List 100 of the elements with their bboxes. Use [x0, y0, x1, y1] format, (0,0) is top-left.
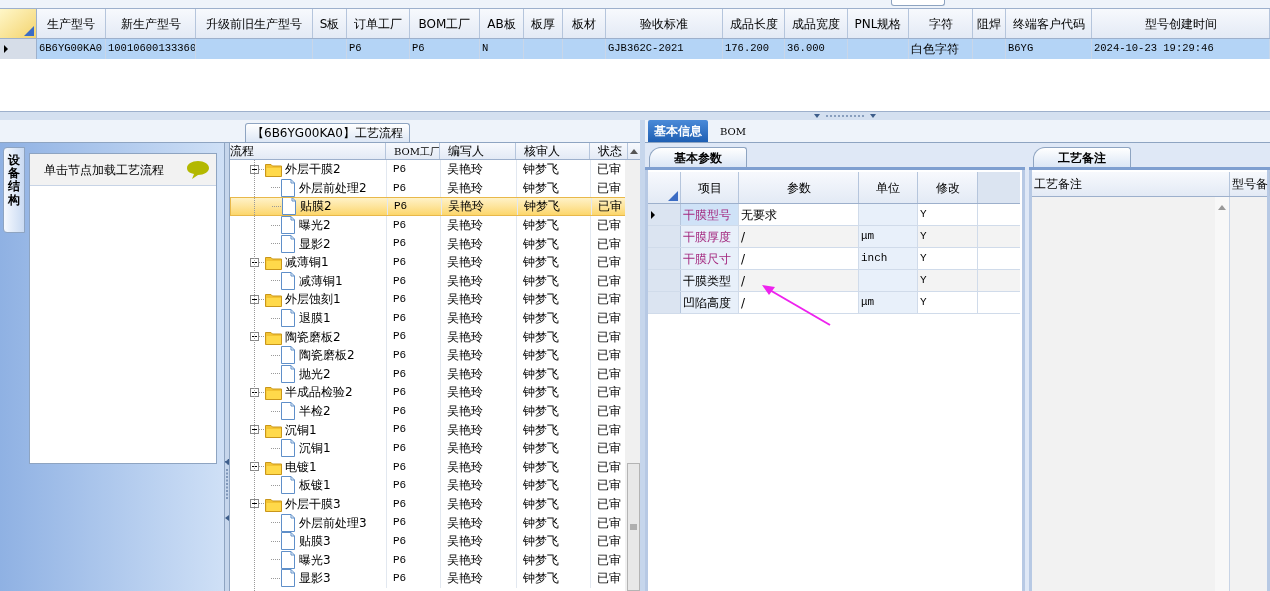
- column-header[interactable]: 订单工厂: [347, 9, 410, 38]
- collapse-icon[interactable]: [250, 499, 265, 509]
- column-header[interactable]: 阻焊: [973, 9, 1006, 38]
- table-cell-text: 已审: [597, 291, 621, 309]
- column-header[interactable]: 单位: [859, 172, 918, 203]
- column-header[interactable]: 板材: [563, 9, 606, 38]
- column-header[interactable]: 型号创建时间: [1092, 9, 1270, 38]
- panel-tab[interactable]: 工艺备注: [1033, 147, 1131, 167]
- tree-line: [271, 280, 281, 282]
- column-header[interactable]: BOM工厂: [410, 9, 480, 38]
- table-cell-text: 吴艳玲: [447, 272, 483, 290]
- collapse-icon[interactable]: [250, 462, 265, 472]
- column-header[interactable]: 工艺备注: [1032, 172, 1230, 196]
- table-cell: P6: [412, 41, 425, 57]
- column-header[interactable]: 流程: [230, 143, 386, 159]
- tab[interactable]: BOM: [714, 120, 752, 142]
- table-cell: 干膜尺寸: [681, 248, 739, 269]
- table-cell-text: 吴艳玲: [447, 551, 483, 569]
- tree-node[interactable]: 减薄铜1: [285, 253, 329, 272]
- tree-node[interactable]: 曝光2: [299, 216, 331, 235]
- table-cell-text: 吴艳玲: [447, 421, 483, 439]
- tree-line: [271, 484, 281, 486]
- tree-node[interactable]: 半成品检验2: [285, 383, 353, 402]
- collapse-handle-icon[interactable]: [814, 113, 876, 119]
- tree-node[interactable]: 抛光2: [299, 364, 331, 383]
- table-cell-text: 吴艳玲: [447, 384, 483, 402]
- table-cell-text: P6: [393, 310, 407, 326]
- table-cell-text: 钟梦飞: [523, 179, 559, 197]
- collapse-icon[interactable]: [250, 425, 265, 435]
- table-cell-text: 吴艳玲: [447, 328, 483, 346]
- tree-node[interactable]: 贴膜3: [299, 532, 331, 551]
- panel-tab[interactable]: 基本参数: [649, 147, 747, 167]
- tree-node[interactable]: 陶瓷磨板2: [285, 327, 341, 346]
- scroll-thumb[interactable]: [627, 463, 640, 591]
- document-icon: [281, 402, 295, 420]
- splitter-handle[interactable]: [891, 0, 945, 6]
- collapse-icon[interactable]: [250, 257, 265, 267]
- row-header[interactable]: [648, 204, 681, 225]
- column-header[interactable]: 验收标准: [606, 9, 723, 38]
- tree-node[interactable]: 沉铜1: [299, 439, 331, 458]
- table-cell-text: 钟梦飞: [523, 440, 559, 458]
- column-header[interactable]: 字符: [909, 9, 973, 38]
- table-cell-text: P6: [393, 329, 407, 345]
- column-header[interactable]: 参数: [739, 172, 859, 203]
- column-header[interactable]: BOM工厂: [386, 143, 440, 159]
- tree-line: [271, 577, 281, 579]
- table-cell-text: P6: [393, 385, 407, 401]
- collapse-icon[interactable]: [250, 164, 265, 174]
- row-pointer-icon: [4, 45, 8, 53]
- tree-node[interactable]: 沉铜1: [285, 420, 317, 439]
- tree-node[interactable]: 陶瓷磨板2: [299, 346, 355, 365]
- table-cell-text: 已审: [597, 365, 621, 383]
- tree-node[interactable]: 外层干膜2: [285, 160, 341, 179]
- collapse-icon[interactable]: [250, 387, 265, 397]
- table-cell-text: 钟梦飞: [523, 310, 559, 328]
- column-header[interactable]: 状态: [590, 143, 628, 159]
- tree-node[interactable]: 电镀1: [285, 457, 317, 476]
- table-cell-text: 已审: [597, 347, 621, 365]
- table-cell: 钟梦飞: [524, 198, 560, 215]
- tree-node[interactable]: 退膜1: [299, 309, 331, 328]
- collapse-icon[interactable]: [250, 294, 265, 304]
- table-cell-text: 钟梦飞: [523, 254, 559, 272]
- tree-node[interactable]: 显影3: [299, 569, 331, 588]
- column-header[interactable]: S板: [313, 9, 347, 38]
- tree-node[interactable]: 外层蚀刻1: [285, 290, 341, 309]
- table-cell-text: P6: [393, 273, 407, 289]
- tree-node[interactable]: 显影2: [299, 234, 331, 253]
- tab[interactable]: 基本信息: [648, 120, 708, 142]
- column-header[interactable]: AB板: [480, 9, 524, 38]
- table-cell-text: 钟梦飞: [523, 217, 559, 235]
- column-header[interactable]: 成品长度: [723, 9, 785, 38]
- tree-node[interactable]: 贴膜2: [300, 198, 332, 215]
- column-header[interactable]: 新生产型号: [106, 9, 196, 38]
- table-cell-text: 钟梦飞: [523, 161, 559, 179]
- tree-node[interactable]: 外层干膜3: [285, 495, 341, 513]
- side-tab[interactable]: 设备结构: [3, 147, 25, 233]
- table-cell: N: [482, 41, 489, 57]
- column-header[interactable]: 编写人: [440, 143, 516, 159]
- tree-node[interactable]: 减薄铜1: [299, 271, 343, 290]
- tree-node[interactable]: 外层前处理2: [299, 178, 367, 197]
- column-header[interactable]: 型号备: [1230, 172, 1270, 196]
- table-cell-text: 钟梦飞: [523, 403, 559, 420]
- column-header[interactable]: 项目: [681, 172, 739, 203]
- table-cell: 36.000: [787, 41, 825, 57]
- row-pointer-icon: [651, 210, 655, 219]
- collapse-icon[interactable]: [250, 332, 265, 342]
- table-cell-text: 钟梦飞: [523, 291, 559, 309]
- tree-node[interactable]: 曝光3: [299, 550, 331, 569]
- column-header[interactable]: 生产型号: [37, 9, 106, 38]
- tree-node[interactable]: 板镀1: [299, 476, 331, 495]
- column-header[interactable]: 终端客户代码: [1006, 9, 1092, 38]
- tree-node[interactable]: 外层前处理3: [299, 513, 367, 532]
- column-header[interactable]: 升级前旧生产型号: [196, 9, 313, 38]
- column-header[interactable]: 板厚: [524, 9, 563, 38]
- table-cell-text: 吴艳玲: [447, 179, 483, 197]
- tree-node[interactable]: 半检2: [299, 402, 331, 420]
- column-header[interactable]: PNL规格: [848, 9, 909, 38]
- column-header[interactable]: 核审人: [516, 143, 590, 159]
- column-header[interactable]: 成品宽度: [785, 9, 848, 38]
- tree-line: [271, 243, 281, 245]
